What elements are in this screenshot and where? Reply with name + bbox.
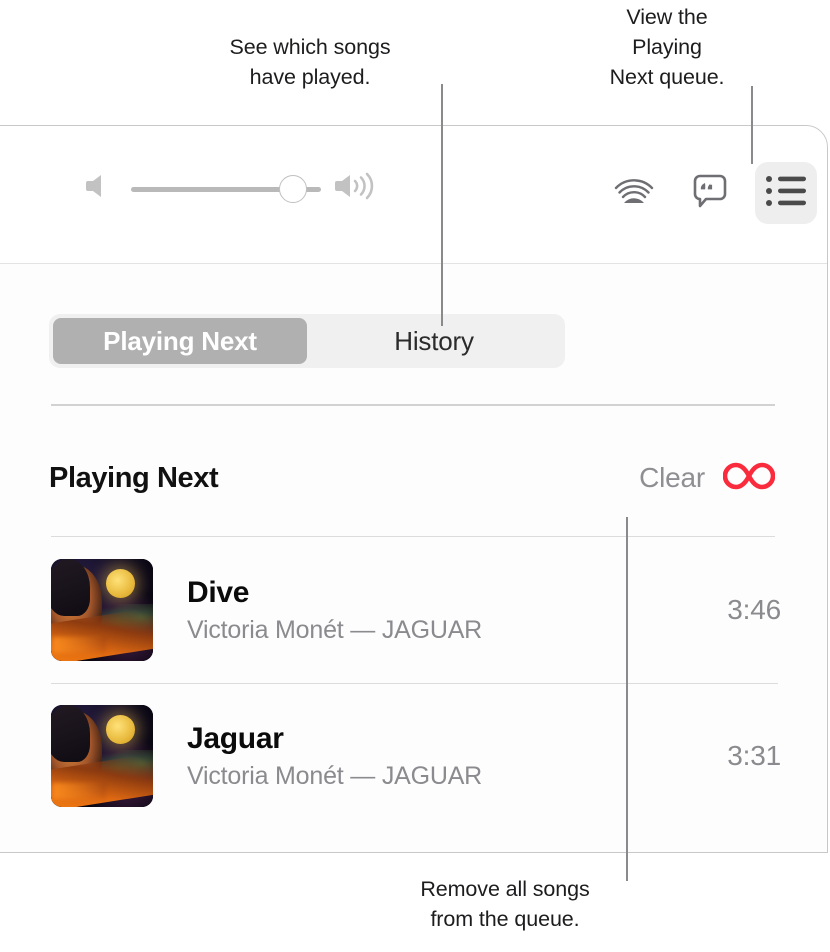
airplay-button[interactable] — [603, 162, 665, 224]
track-list: Dive Victoria Monét — JAGUAR 3:46 Jaguar… — [0, 537, 827, 829]
callout-remove-all-songs-from-the-queue: Remove all songs from the queue. — [420, 877, 590, 931]
callout-view-the-playing-next-queue: View the Playing Next queue. — [609, 5, 725, 89]
airplay-icon — [612, 169, 656, 218]
infinity-icon — [722, 461, 776, 496]
queue-tab-bar: Playing Next History — [49, 314, 565, 368]
callout-see-which-songs-have-played: See which songs have played. — [229, 35, 391, 89]
table-row[interactable]: Dive Victoria Monét — JAGUAR 3:46 — [0, 537, 827, 683]
track-text: Jaguar Victoria Monét — JAGUAR — [187, 722, 482, 791]
callout-leader-line-history — [441, 84, 443, 326]
callout-leader-line-clear — [626, 517, 628, 881]
tab-playing-next-label: Playing Next — [103, 325, 257, 356]
speaker-max-icon[interactable] — [333, 170, 385, 207]
track-subtitle: Victoria Monét — JAGUAR — [187, 615, 483, 644]
tab-history[interactable]: History — [307, 318, 561, 364]
section-title: Playing Next — [49, 461, 219, 494]
player-toolbar — [0, 126, 827, 263]
album-artwork — [51, 559, 153, 661]
playing-next-header: Playing Next Clear — [49, 454, 776, 502]
track-title: Jaguar — [187, 721, 284, 755]
album-artwork — [51, 705, 153, 807]
autoplay-button[interactable] — [722, 461, 776, 496]
tab-history-label: History — [394, 325, 474, 356]
section-actions: Clear — [639, 461, 776, 496]
volume-slider[interactable] — [131, 174, 321, 203]
callout-leader-line-queue — [751, 86, 753, 164]
track-title: Dive — [187, 575, 250, 609]
lyrics-icon — [688, 169, 732, 218]
music-player-window: Playing Next History Playing Next Clear — [0, 125, 828, 853]
panel-bottom-divider — [0, 852, 828, 853]
speaker-min-icon[interactable] — [85, 171, 119, 206]
volume-control[interactable] — [85, 170, 385, 207]
queue-list-icon — [765, 174, 807, 213]
track-duration: 3:46 — [727, 594, 781, 625]
queue-button[interactable] — [755, 162, 817, 224]
table-row[interactable]: Jaguar Victoria Monét — JAGUAR 3:31 — [0, 683, 827, 829]
lyrics-button[interactable] — [679, 162, 741, 224]
toolbar-actions — [603, 162, 817, 224]
volume-slider-knob[interactable] — [279, 174, 307, 203]
track-subtitle: Victoria Monét — JAGUAR — [187, 761, 483, 790]
track-text: Dive Victoria Monét — JAGUAR — [187, 576, 482, 645]
tab-playing-next[interactable]: Playing Next — [53, 318, 307, 364]
tabs-divider — [51, 404, 775, 406]
track-duration: 3:31 — [727, 740, 781, 771]
clear-button[interactable]: Clear — [639, 462, 705, 494]
